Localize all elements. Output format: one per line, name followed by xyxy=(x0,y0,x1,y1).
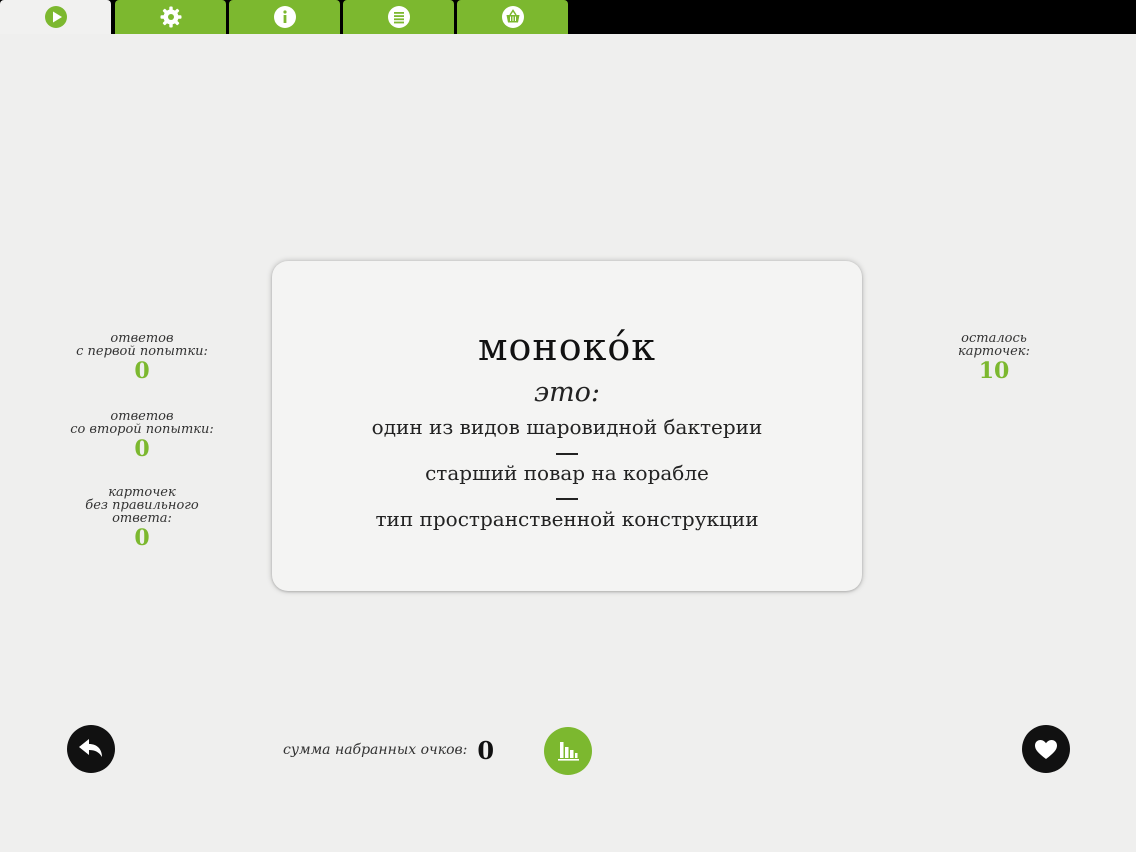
score-value: 0 xyxy=(477,735,495,765)
stat-no-answer-value: 0 xyxy=(134,525,150,551)
gear-icon xyxy=(160,6,181,28)
heart-icon xyxy=(1035,740,1057,759)
tab-list[interactable] xyxy=(343,0,454,34)
stat-cards-left-value: 10 xyxy=(978,358,1010,384)
card-word: монокóк xyxy=(477,325,657,369)
stat-first-try-label: ответов с первой попытки: xyxy=(76,331,208,359)
word-card: монокóк это: один из видов шаровидной ба… xyxy=(272,261,862,591)
back-arrow-icon xyxy=(79,739,102,757)
tab-shop[interactable] xyxy=(457,0,568,34)
back-button[interactable] xyxy=(67,725,115,773)
score-display: сумма набранных очков: 0 xyxy=(283,735,494,765)
stat-second-try: ответов со второй попытки: 0 xyxy=(62,410,222,462)
answer-option-1[interactable]: один из видов шаровидной бактерии xyxy=(272,415,862,439)
stat-first-try: ответов с первой попытки: 0 xyxy=(62,332,222,384)
answer-option-2[interactable]: старший повар на корабле xyxy=(272,461,862,485)
basket-icon xyxy=(501,6,524,28)
tab-info[interactable] xyxy=(229,0,340,34)
stat-second-try-value: 0 xyxy=(134,436,150,462)
card-prompt: это: xyxy=(533,377,601,408)
favorite-button[interactable] xyxy=(1022,725,1070,773)
stat-no-answer-label: карточек без правильного ответа: xyxy=(85,485,199,526)
play-icon xyxy=(44,6,67,28)
stat-cards-left: осталось карточек: 10 xyxy=(914,332,1074,384)
stat-first-try-value: 0 xyxy=(134,358,150,384)
tab-settings[interactable] xyxy=(115,0,226,34)
tab-play[interactable] xyxy=(0,0,111,34)
answer-option-3[interactable]: тип пространственной конструкции xyxy=(272,507,862,531)
option-divider xyxy=(556,453,578,455)
option-divider xyxy=(556,498,578,500)
stat-no-answer: карточек без правильного ответа: 0 xyxy=(62,486,222,551)
score-label: сумма набранных очков: xyxy=(283,742,468,758)
info-icon xyxy=(273,6,296,28)
top-tab-bar xyxy=(0,0,1136,34)
stat-cards-left-label: осталось карточек: xyxy=(958,331,1030,359)
list-icon xyxy=(387,6,410,28)
statistics-button[interactable] xyxy=(544,727,592,775)
bar-chart-icon xyxy=(558,742,579,761)
stat-second-try-label: ответов со второй попытки: xyxy=(70,409,214,437)
